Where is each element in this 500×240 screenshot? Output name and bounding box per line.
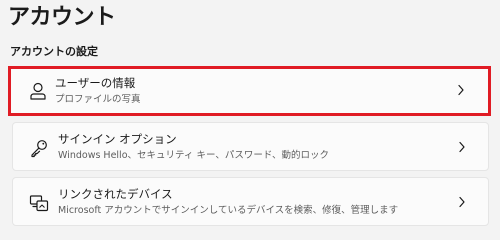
settings-item-label: ユーザーの情報 — [55, 76, 136, 90]
account-settings-page: アカウント アカウントの設定 ユーザーの情報 プロファイルの写真 サインイン オ… — [0, 0, 500, 230]
settings-item-description: プロファイルの写真 — [55, 94, 141, 105]
section-title: アカウントの設定 — [10, 45, 98, 58]
person-icon — [28, 81, 48, 101]
settings-item-label: リンクされたデバイス — [58, 187, 173, 201]
page-title: アカウント — [8, 5, 116, 30]
chevron-right-icon — [457, 84, 465, 96]
settings-item-description: Microsoft アカウントでサインインしているデバイスを検索、修復、管理しま… — [58, 205, 399, 216]
settings-item-linked-devices[interactable]: リンクされたデバイス Microsoft アカウントでサインインしているデバイス… — [12, 177, 489, 226]
key-icon — [29, 138, 49, 158]
settings-item-label: サインイン オプション — [58, 132, 177, 146]
settings-item-description: Windows Hello、セキュリティ キー、パスワード、動的ロック — [58, 150, 329, 161]
chevron-right-icon — [458, 196, 466, 208]
chevron-right-icon — [458, 141, 466, 153]
settings-item-sign-in-options[interactable]: サインイン オプション Windows Hello、セキュリティ キー、パスワー… — [12, 122, 489, 171]
linked-devices-icon — [29, 193, 49, 213]
settings-item-user-info[interactable]: ユーザーの情報 プロファイルの写真 — [8, 66, 491, 116]
